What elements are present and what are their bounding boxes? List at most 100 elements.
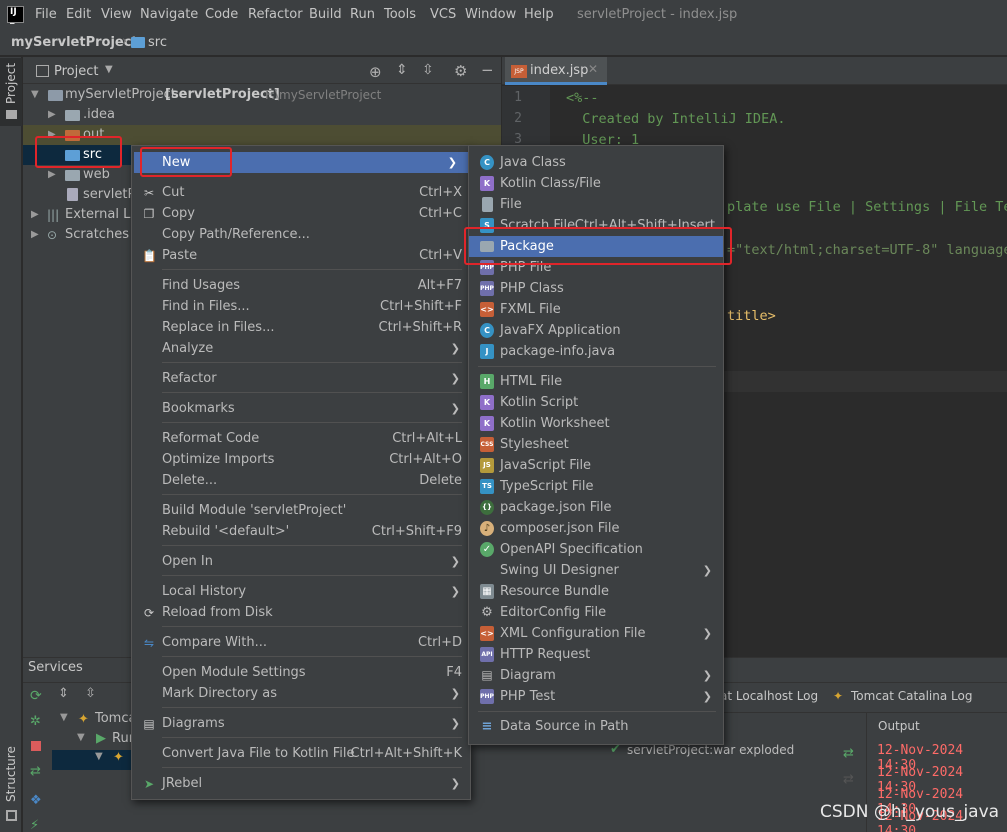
submenu-php-test[interactable]: PHP PHP Test ❯ (469, 686, 723, 707)
refresh-icon[interactable]: ⟳ (30, 688, 42, 704)
folder-icon (131, 37, 145, 48)
project-view-selector[interactable]: Project (54, 64, 98, 79)
menu-item-reformat-code[interactable]: Reformat Code Ctrl+Alt+L (131, 428, 471, 449)
menu-help[interactable]: Help (524, 0, 554, 30)
menu-item-cut[interactable]: ✂ Cut Ctrl+X (131, 182, 471, 203)
menu-file[interactable]: File (35, 0, 57, 30)
submenu-composer-json[interactable]: ♪ composer.json File (469, 518, 723, 539)
submenu-package-info[interactable]: Jpackage-info.java (469, 341, 723, 362)
chevron-down-icon[interactable]: ▼ (105, 64, 113, 75)
tab-catalina-log[interactable]: Tomcat Catalina Log (851, 689, 972, 703)
menu-item-optimize-imports[interactable]: Optimize Imports Ctrl+Alt+O (131, 449, 471, 470)
submenu-label: Diagram (500, 668, 556, 683)
locate-icon[interactable]: ⊕ (369, 63, 382, 81)
menu-separator (162, 707, 462, 708)
menu-window[interactable]: Window (465, 0, 516, 30)
menu-view[interactable]: View (101, 0, 132, 30)
java-file-icon: J (480, 344, 494, 359)
submenu-stylesheet[interactable]: CSS Stylesheet (469, 434, 723, 455)
submenu-editorconfig-file[interactable]: ⚙ EditorConfig File (469, 602, 723, 623)
hide-icon[interactable]: − (481, 61, 494, 79)
submenu-package-json[interactable]: {} package.json File (469, 497, 723, 518)
menu-item-paste[interactable]: 📋 Paste Ctrl+V (131, 245, 471, 266)
menu-item-find-usages[interactable]: Find Usages Alt+F7 (131, 275, 471, 296)
submenu-diagram[interactable]: ▤ Diagram ❯ (469, 665, 723, 686)
undeploy-icon[interactable]: ⇄ (843, 772, 854, 787)
menu-item-reload-from-disk[interactable]: ⟳ Reload from Disk (131, 602, 471, 623)
submenu-openapi-specification[interactable]: ✓ OpenAPI Specification (469, 539, 723, 560)
submenu-javascript-file[interactable]: JS JavaScript File (469, 455, 723, 476)
rerun-icon[interactable]: ⚡ (30, 818, 39, 832)
submenu-kotlin-class[interactable]: K Kotlin Class/File (469, 173, 723, 194)
collapse-all-icon[interactable]: ⇳ (85, 686, 96, 701)
menu-item-convert-to-kotlin[interactable]: Convert Java File to Kotlin File Ctrl+Alt… (131, 743, 471, 764)
submenu-kotlin-worksheet[interactable]: K Kotlin Worksheet (469, 413, 723, 434)
tab-index-jsp[interactable]: JSP index.jsp ✕ (505, 57, 607, 85)
deploy-icon[interactable]: ⇄ (30, 764, 41, 779)
menu-tools[interactable]: Tools (384, 0, 416, 30)
menu-item-open-in[interactable]: Open In ❯ (131, 551, 471, 572)
menu-item-compare-with[interactable]: ⇋ Compare With... Ctrl+D (131, 632, 471, 653)
deploy-icon[interactable]: ⇄ (843, 746, 854, 761)
project-tool-tab-label[interactable]: Project (4, 63, 18, 104)
breadcrumb-src[interactable]: src (148, 35, 167, 50)
stop-icon[interactable] (31, 741, 41, 751)
gear-icon[interactable]: ⚙ (454, 62, 467, 80)
submenu-php-class[interactable]: PHP PHP Class (469, 278, 723, 299)
jrebel-icon: ➤ (143, 777, 155, 791)
submenu-java-class[interactable]: C Java Class (469, 152, 723, 173)
submenu-typescript-file[interactable]: TS TypeScript File (469, 476, 723, 497)
submenu-html-file[interactable]: H HTML File (469, 371, 723, 392)
breadcrumb-project[interactable]: myServletProject (11, 35, 138, 50)
expand-all-icon[interactable]: ⇕ (58, 686, 69, 701)
menu-run[interactable]: Run (350, 0, 375, 30)
menu-item-analyze[interactable]: Analyze ❯ (131, 338, 471, 359)
submenu-swing-ui-designer[interactable]: Swing UI Designer ❯ (469, 560, 723, 581)
submenu-arrow-icon: ❯ (450, 777, 460, 790)
submenu-arrow-icon: ❯ (702, 690, 712, 703)
menu-item-refactor[interactable]: Refactor ❯ (131, 368, 471, 389)
submenu-resource-bundle[interactable]: ▦ Resource Bundle (469, 581, 723, 602)
submenu-javafx-application[interactable]: C JavaFX Application (469, 320, 723, 341)
menu-item-local-history[interactable]: Local History ❯ (131, 581, 471, 602)
deployment-item[interactable]: servletProject:war exploded (627, 743, 794, 757)
menu-item-mark-directory-as[interactable]: Mark Directory as ❯ (131, 683, 471, 704)
submenu-data-source-in-path[interactable]: ≡ Data Source in Path (469, 716, 723, 737)
menu-refactor[interactable]: Refactor (248, 0, 303, 30)
submenu-http-request[interactable]: API HTTP Request (469, 644, 723, 665)
submenu-xml-configuration-file[interactable]: <> XML Configuration File ❯ (469, 623, 723, 644)
menu-item-build-module[interactable]: Build Module 'servletProject' (131, 500, 471, 521)
menu-item-jrebel[interactable]: ➤ JRebel ❯ (131, 773, 471, 794)
submenu-kotlin-script[interactable]: K Kotlin Script (469, 392, 723, 413)
menu-code[interactable]: Code (205, 0, 238, 30)
debug-icon[interactable]: ✲ (30, 714, 41, 729)
menu-item-shortcut: Ctrl+Shift+F (380, 299, 462, 314)
settings-icon[interactable]: ❖ (30, 793, 42, 808)
menu-item-delete[interactable]: Delete... Delete (131, 470, 471, 491)
copy-icon: ❐ (143, 207, 155, 221)
menu-item-copy[interactable]: ❐ Copy Ctrl+C (131, 203, 471, 224)
submenu-label: Data Source in Path (500, 719, 629, 734)
tab-localhost-log[interactable]: at Localhost Log (720, 689, 818, 703)
menu-vcs[interactable]: VCS (430, 0, 456, 30)
menu-edit[interactable]: Edit (66, 0, 91, 30)
menu-build[interactable]: Build (309, 0, 342, 30)
menu-item-find-in-files[interactable]: Find in Files... Ctrl+Shift+F (131, 296, 471, 317)
menu-item-replace-in-files[interactable]: Replace in Files... Ctrl+Shift+R (131, 317, 471, 338)
menu-item-copy-path[interactable]: Copy Path/Reference... (131, 224, 471, 245)
menu-item-diagrams[interactable]: ▤ Diagrams ❯ (131, 713, 471, 734)
menu-navigate[interactable]: Navigate (140, 0, 198, 30)
menu-item-rebuild[interactable]: Rebuild '<default>' Ctrl+Shift+F9 (131, 521, 471, 542)
java-class-icon: C (480, 323, 494, 338)
submenu-fxml-file[interactable]: <> FXML File (469, 299, 723, 320)
menu-item-bookmarks[interactable]: Bookmarks ❯ (131, 398, 471, 419)
submenu-file[interactable]: File (469, 194, 723, 215)
collapsed-arrow-icon: ▶ (31, 209, 39, 220)
close-icon[interactable]: ✕ (588, 62, 598, 76)
menu-item-open-module-settings[interactable]: Open Module Settings F4 (131, 662, 471, 683)
structure-tool-tab[interactable]: Structure (4, 746, 18, 802)
collapse-all-icon[interactable]: ⇳ (422, 62, 434, 78)
tree-row-idea[interactable]: ▶ .idea (23, 105, 501, 125)
expand-all-icon[interactable]: ⇕ (396, 62, 408, 78)
tree-root-row[interactable]: ▼ myServletProject [servletProject] F:\m… (23, 85, 501, 105)
